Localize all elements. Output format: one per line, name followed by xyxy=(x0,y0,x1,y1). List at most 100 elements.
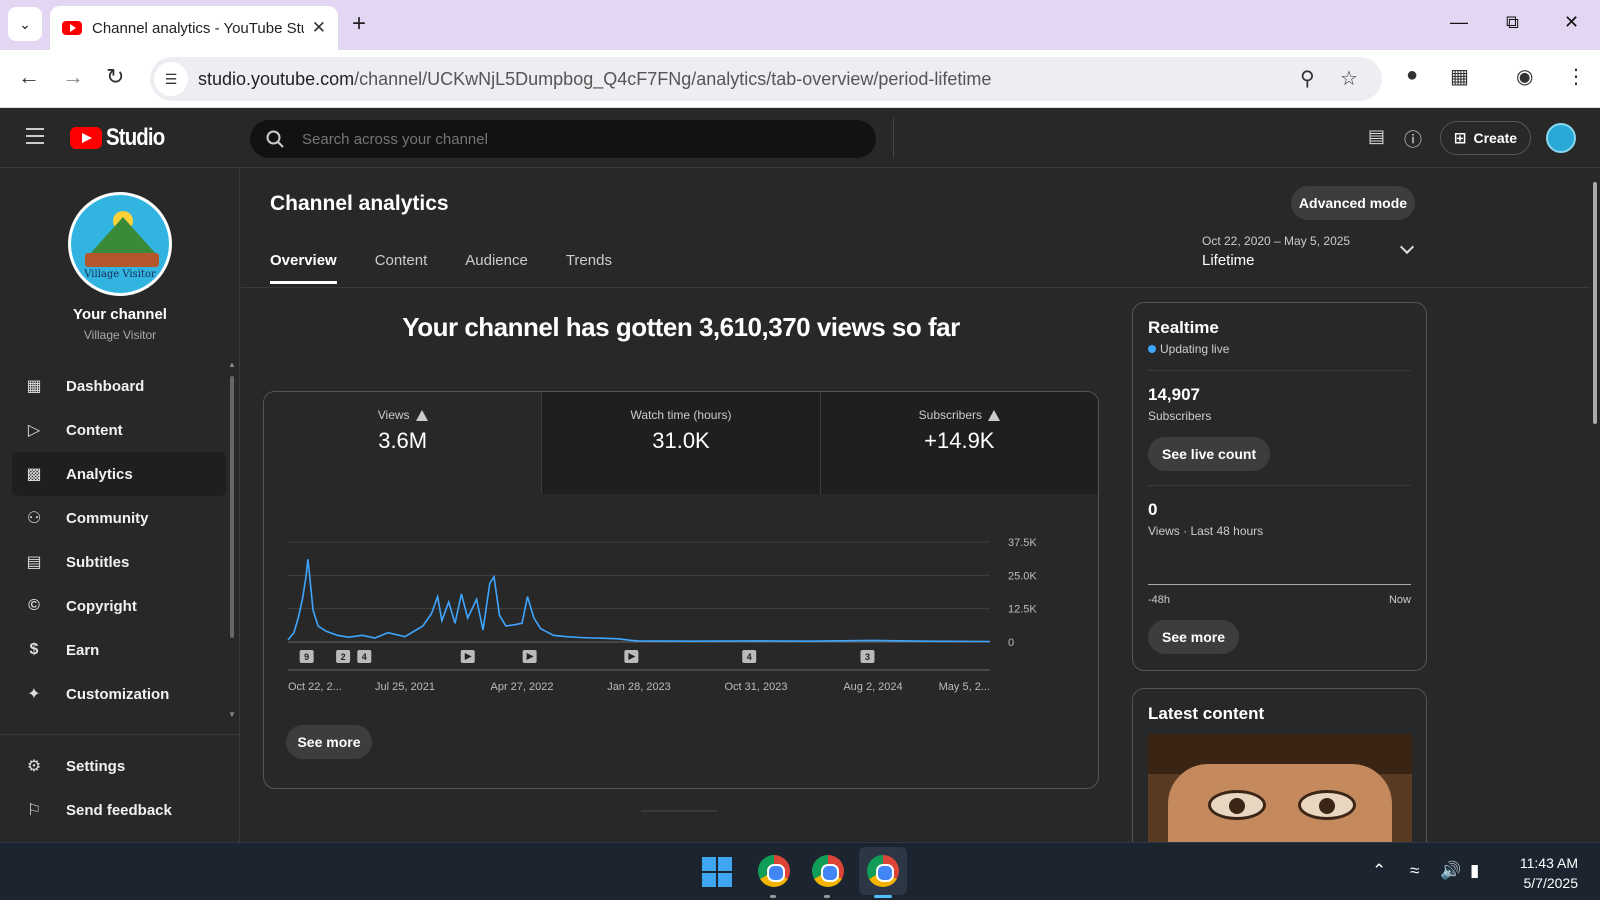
sidebar-item-analytics[interactable]: ▩ Analytics xyxy=(12,452,226,496)
extension-badge-icon[interactable]: ● xyxy=(1406,64,1418,87)
x-tick-label: Aug 2, 2024 xyxy=(843,681,902,693)
taskbar-active-indicator xyxy=(874,895,892,898)
site-info-icon[interactable]: ☰ xyxy=(154,62,188,96)
views-line-chart[interactable]: 37.5K 25.0K 12.5K 0 9 2 4 4 3 Oct 22, 2... Jul 25,… xyxy=(264,494,1099,714)
metric-label: Subscribers xyxy=(918,408,982,422)
advanced-mode-button[interactable]: Advanced mode xyxy=(1291,186,1415,220)
browser-tab[interactable]: Channel analytics - YouTube Studio ✕ xyxy=(50,6,338,50)
windows-start-icon[interactable] xyxy=(702,857,732,887)
axis-start-label: -48h xyxy=(1148,594,1171,606)
tab-search-icon[interactable]: ⌄ xyxy=(8,7,42,41)
tab-trends[interactable]: Trends xyxy=(566,252,612,284)
sidebar-scrollbar[interactable] xyxy=(230,376,234,638)
sidebar-divider xyxy=(0,734,240,735)
system-clock[interactable]: 11:43 AM 5/7/2025 xyxy=(1498,853,1578,893)
main-scrollbar[interactable] xyxy=(1590,168,1600,842)
metric-views[interactable]: Views 3.6M xyxy=(264,392,543,494)
x-tick-label: May 5, 2... xyxy=(939,681,990,693)
metric-value: +14.9K xyxy=(924,428,995,453)
chart-see-more-button[interactable]: See more xyxy=(286,725,372,759)
realtime-subscribers-label: Subscribers xyxy=(1148,409,1212,423)
chrome-icon[interactable] xyxy=(758,855,790,887)
live-dot-icon xyxy=(1148,345,1156,353)
messages-icon[interactable]: ▤ xyxy=(1368,126,1385,147)
chrome-icon[interactable] xyxy=(812,855,844,887)
forward-icon[interactable]: → xyxy=(62,64,84,90)
studio-header: Studio ▤ ⓘ ⊞ Create xyxy=(0,108,1600,168)
sidebar-item-content[interactable]: ▷ Content xyxy=(12,408,226,452)
realtime-status-text: Updating live xyxy=(1160,342,1230,356)
community-icon: ⚇ xyxy=(26,510,42,527)
period-label: Lifetime xyxy=(1202,252,1255,269)
back-icon[interactable]: ← xyxy=(18,64,40,90)
tab-audience[interactable]: Audience xyxy=(465,252,528,284)
realtime-views-value: 0 xyxy=(1148,500,1158,519)
sidebar: Village Visitor Your channel Village Vis… xyxy=(0,168,240,842)
bookmark-star-icon[interactable]: ☆ xyxy=(1340,66,1358,91)
page-title: Channel analytics xyxy=(270,192,449,215)
sidebar-item-customization[interactable]: ✦ Customization xyxy=(12,672,226,716)
latest-content-card: Latest content xyxy=(1132,688,1427,858)
url-text[interactable]: studio.youtube.com/channel/UCKwNjL5Dumpb… xyxy=(198,69,991,90)
sidebar-item-dashboard[interactable]: ▦ Dashboard xyxy=(12,364,226,408)
metric-watch-time[interactable]: Watch time (hours) 31.0K xyxy=(542,392,821,494)
clock-date: 5/7/2025 xyxy=(1523,875,1579,891)
annotation-count: 2 xyxy=(341,652,346,662)
see-live-count-button[interactable]: See live count xyxy=(1148,437,1271,471)
sidebar-item-earn[interactable]: $ Earn xyxy=(12,628,226,672)
sidebar-item-label: Analytics xyxy=(66,465,133,483)
help-icon[interactable]: ⓘ xyxy=(1404,126,1422,152)
address-bar[interactable]: ☰ studio.youtube.com/channel/UCKwNjL5Dum… xyxy=(150,57,1382,101)
extensions-puzzle-icon[interactable]: ▦ xyxy=(1450,64,1469,89)
period-range: Oct 22, 2020 – May 5, 2025 xyxy=(1202,234,1351,248)
realtime-see-more-button[interactable]: See more xyxy=(1148,620,1240,654)
studio-logo[interactable]: Studio xyxy=(70,124,175,152)
search-icon xyxy=(266,130,284,148)
tray-overflow-icon[interactable]: ⌃ xyxy=(1372,861,1386,881)
copyright-icon: © xyxy=(28,597,40,614)
new-tab-icon[interactable]: + xyxy=(352,10,366,38)
thumbnail-right-eye xyxy=(1298,790,1356,820)
tab-close-icon[interactable]: ✕ xyxy=(312,18,326,38)
views-series-line xyxy=(287,559,991,643)
account-avatar[interactable] xyxy=(1546,123,1576,153)
channel-avatar[interactable]: Village Visitor xyxy=(68,192,172,296)
battery-icon[interactable]: ▮ xyxy=(1470,861,1479,881)
minimize-icon[interactable]: — xyxy=(1450,12,1468,33)
warning-icon[interactable] xyxy=(415,409,428,421)
tab-content[interactable]: Content xyxy=(375,252,428,284)
taskbar-running-indicator xyxy=(824,895,830,898)
main-scrollbar-thumb[interactable] xyxy=(1593,182,1597,424)
restore-icon[interactable]: ⧉ xyxy=(1506,12,1519,33)
sidebar-scroll-down-icon[interactable]: ▼ xyxy=(228,710,236,719)
metric-subscribers[interactable]: Subscribers +14.9K xyxy=(820,392,1098,494)
sidebar-item-subtitles[interactable]: ▤ Subtitles xyxy=(12,540,226,584)
profile-avatar-icon[interactable]: ◉ xyxy=(1516,64,1533,89)
chrome-icon[interactable] xyxy=(867,855,899,887)
realtime-status: Updating live xyxy=(1148,342,1411,356)
reload-icon[interactable]: ↻ xyxy=(106,64,124,90)
sidebar-item-label: Dashboard xyxy=(66,377,145,395)
browser-menu-icon[interactable]: ⋮ xyxy=(1566,64,1586,89)
sidebar-item-copyright[interactable]: © Copyright xyxy=(12,584,226,628)
views-headline: Your channel has gotten 3,610,370 views … xyxy=(402,312,960,342)
period-selector[interactable]: Oct 22, 2020 – May 5, 2025 Lifetime xyxy=(1202,234,1415,269)
sidebar-item-settings[interactable]: ⚙ Settings xyxy=(12,744,226,788)
create-button[interactable]: ⊞ Create xyxy=(1440,121,1531,155)
search-bar[interactable] xyxy=(250,120,876,158)
sidebar-bottom-nav: ⚙ Settings ⚐ Send feedback xyxy=(12,744,226,832)
wifi-icon[interactable]: ≈ xyxy=(1410,861,1419,881)
zoom-icon[interactable]: ⚲ xyxy=(1300,66,1315,91)
close-window-icon[interactable]: ✕ xyxy=(1564,12,1579,33)
sidebar-item-send-feedback[interactable]: ⚐ Send feedback xyxy=(12,788,226,832)
hamburger-menu-icon[interactable] xyxy=(26,128,44,149)
warning-icon[interactable] xyxy=(988,409,1000,421)
search-input[interactable] xyxy=(302,130,842,148)
sidebar-item-community[interactable]: ⚇ Community xyxy=(12,496,226,540)
latest-video-thumbnail[interactable] xyxy=(1148,734,1412,854)
volume-icon[interactable]: 🔊 xyxy=(1440,861,1461,881)
axis-end-label: Now xyxy=(1388,594,1411,606)
sidebar-scroll-up-icon[interactable]: ▲ xyxy=(228,360,236,369)
avatar-ground xyxy=(85,253,159,267)
tab-overview[interactable]: Overview xyxy=(270,252,337,284)
